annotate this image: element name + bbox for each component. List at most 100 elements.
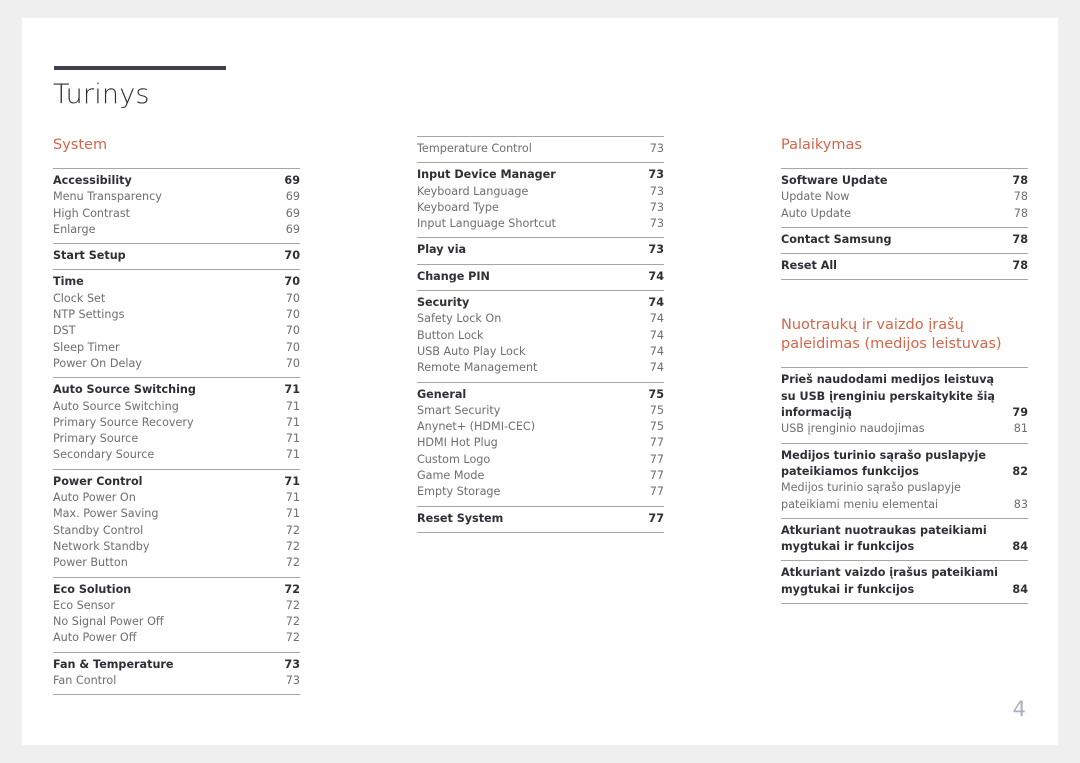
- toc-entry[interactable]: HDMI Hot Plug 77: [417, 435, 664, 451]
- toc-entry[interactable]: Auto Update 78: [781, 206, 1028, 222]
- toc-group: Atkuriant vaizdo įrašus pateikiami mygtu…: [781, 560, 1028, 605]
- toc-entry[interactable]: Remote Management 74: [417, 360, 664, 376]
- toc-entry[interactable]: Primary Source Recovery 71: [53, 415, 300, 431]
- toc-entry-label: Medijos turinio sąrašo puslapyje pateiki…: [781, 481, 961, 511]
- toc-entry-page: 71: [285, 448, 300, 462]
- toc-entry[interactable]: High Contrast 69: [53, 206, 300, 222]
- toc-entry[interactable]: Medijos turinio sąrašo puslapyje pateiki…: [781, 448, 1028, 481]
- toc-columns: System Accessibility 69 Menu Transparency 69…: [53, 136, 1028, 696]
- toc-entry[interactable]: Smart Security 75: [417, 403, 664, 419]
- toc-entry[interactable]: Menu Transparency 69: [53, 189, 300, 205]
- toc-entry[interactable]: Input Device Manager 73: [417, 167, 664, 183]
- toc-entry-page: 73: [649, 184, 664, 198]
- toc-entry[interactable]: Anynet+ (HDMI-CEC) 75: [417, 419, 664, 435]
- toc-entry[interactable]: Fan Control 73: [53, 673, 300, 689]
- toc-entry[interactable]: Play via 73: [417, 242, 664, 258]
- toc-entry[interactable]: Sleep Timer 70: [53, 340, 300, 356]
- toc-entry[interactable]: Custom Logo 77: [417, 452, 664, 468]
- toc-entry-page: 72: [284, 582, 300, 596]
- toc-entry-page: 75: [649, 403, 664, 417]
- toc-entry[interactable]: Keyboard Type 73: [417, 200, 664, 216]
- toc-entry[interactable]: Temperature Control 73: [417, 141, 664, 157]
- toc-entry[interactable]: Change PIN 74: [417, 269, 664, 285]
- toc-entry[interactable]: USB Auto Play Lock 74: [417, 344, 664, 360]
- toc-entry[interactable]: Auto Power On 71: [53, 490, 300, 506]
- toc-entry[interactable]: Accessibility 69: [53, 173, 300, 189]
- toc-entry[interactable]: General 75: [417, 387, 664, 403]
- toc-entry[interactable]: Security 74: [417, 295, 664, 311]
- toc-entry-page: 77: [649, 469, 664, 483]
- toc-entry-label: Secondary Source: [53, 448, 155, 462]
- toc-entry[interactable]: Network Standby 72: [53, 539, 300, 555]
- toc-entry-label: Clock Set: [53, 291, 106, 305]
- toc-entry[interactable]: DST 70: [53, 323, 300, 339]
- section-heading: System: [53, 137, 108, 153]
- toc-entry[interactable]: Enlarge 69: [53, 222, 300, 238]
- toc-entry[interactable]: NTP Settings 70: [53, 307, 300, 323]
- toc-entry[interactable]: Standby Control 72: [53, 523, 300, 539]
- toc-entry-label: Primary Source: [53, 432, 139, 446]
- toc-entry-label: Power Control: [53, 474, 143, 488]
- toc-group: General 75 Smart Security 75 Anynet+ (HDMI-C…: [417, 381, 664, 506]
- toc-entry[interactable]: Auto Power Off 72: [53, 630, 300, 646]
- toc-entry[interactable]: Time 70: [53, 274, 300, 290]
- toc-entry-label: Auto Update: [781, 206, 852, 220]
- toc-entry[interactable]: USB įrenginio naudojimas 81: [781, 421, 1028, 437]
- toc-entry[interactable]: No Signal Power Off 72: [53, 614, 300, 630]
- toc-entry[interactable]: Eco Sensor 72: [53, 598, 300, 614]
- toc-entry-label: Prieš naudodami medijos leistuvą su USB …: [781, 373, 995, 420]
- toc-entry[interactable]: Primary Source 71: [53, 431, 300, 447]
- toc-entry-label: High Contrast: [53, 206, 131, 220]
- toc-entry-page: 73: [648, 168, 664, 182]
- toc-entry-page: 72: [285, 556, 300, 570]
- toc-entry-label: Auto Power Off: [53, 631, 137, 645]
- toc-entry[interactable]: Max. Power Saving 71: [53, 506, 300, 522]
- toc-entry-label: Keyboard Type: [417, 200, 499, 214]
- toc-entry[interactable]: Medijos turinio sąrašo puslapyje pateiki…: [781, 480, 1028, 513]
- toc-entry[interactable]: Clock Set 70: [53, 291, 300, 307]
- toc-entry-page: 77: [649, 436, 664, 450]
- toc-entry-label: Input Device Manager: [417, 168, 556, 182]
- toc-entry[interactable]: Reset All 78: [781, 258, 1028, 274]
- toc-entry-page: 70: [284, 249, 300, 263]
- toc-entry[interactable]: Prieš naudodami medijos leistuvą su USB …: [781, 372, 1028, 421]
- toc-group: Fan & Temperature 73 Fan Control 73: [53, 651, 300, 696]
- toc-entry[interactable]: Reset System 77: [417, 511, 664, 527]
- toc-entry-page: 72: [285, 598, 300, 612]
- toc-entry[interactable]: Button Lock 74: [417, 328, 664, 344]
- toc-entry-label: Auto Source Switching: [53, 383, 196, 397]
- toc-entry[interactable]: Game Mode 77: [417, 468, 664, 484]
- toc-entry[interactable]: Atkuriant vaizdo įrašus pateikiami mygtu…: [781, 565, 1028, 598]
- toc-entry-page: 73: [285, 674, 300, 688]
- toc-entry-label: Safety Lock On: [417, 312, 502, 326]
- toc-entry-label: Remote Management: [417, 361, 538, 375]
- toc-entry-page: 73: [649, 142, 664, 155]
- toc-entry[interactable]: Eco Solution 72: [53, 582, 300, 598]
- toc-entry[interactable]: Auto Source Switching 71: [53, 399, 300, 415]
- toc-entry[interactable]: Secondary Source 71: [53, 447, 300, 463]
- toc-group: Power Control 71 Auto Power On 71 Max. Power…: [53, 468, 300, 577]
- toc-group: Reset System 77: [417, 505, 664, 533]
- toc-entry[interactable]: Fan & Temperature 73: [53, 657, 300, 673]
- toc-entry[interactable]: Power Control 71: [53, 474, 300, 490]
- toc-entry[interactable]: Atkuriant nuotraukas pateikiami mygtukai…: [781, 523, 1028, 556]
- toc-entry-label: Time: [53, 275, 84, 289]
- toc-entry[interactable]: Power Button 72: [53, 555, 300, 571]
- toc-entry-label: NTP Settings: [53, 308, 125, 322]
- toc-entry[interactable]: Input Language Shortcut 73: [417, 216, 664, 232]
- toc-entry[interactable]: Empty Storage 77: [417, 484, 664, 500]
- toc-entry[interactable]: Software Update 78: [781, 173, 1028, 189]
- toc-entry[interactable]: Power On Delay 70: [53, 356, 300, 372]
- toc-entry-page: 78: [1012, 232, 1028, 246]
- toc-entry[interactable]: Auto Source Switching 71: [53, 382, 300, 398]
- column-gutter-2: [664, 136, 781, 695]
- toc-entry[interactable]: Update Now 78: [781, 189, 1028, 205]
- toc-entry[interactable]: Keyboard Language 73: [417, 184, 664, 200]
- toc-entry[interactable]: Contact Samsung 78: [781, 232, 1028, 248]
- toc-entry-page: 70: [284, 275, 300, 289]
- toc-entry-page: 77: [649, 485, 664, 499]
- toc-entry-page: 75: [649, 420, 664, 434]
- toc-entry[interactable]: Start Setup 70: [53, 248, 300, 264]
- toc-entry-page: 72: [285, 539, 300, 553]
- toc-entry[interactable]: Safety Lock On 74: [417, 311, 664, 327]
